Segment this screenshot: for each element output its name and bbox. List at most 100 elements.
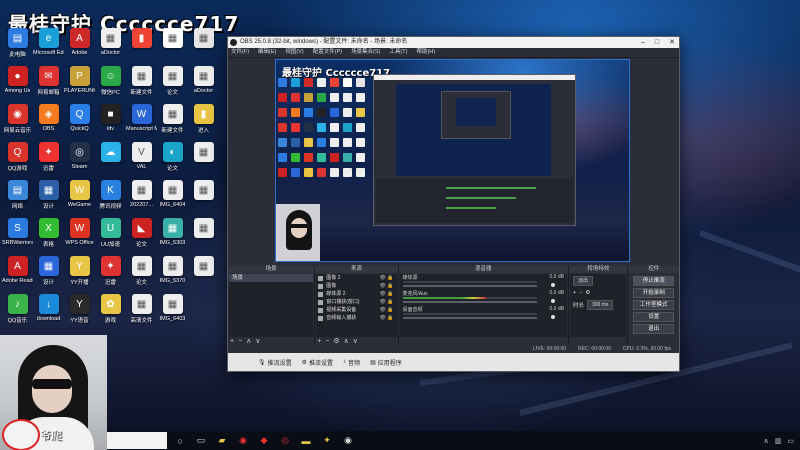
desktop-icon[interactable]: ▦ aDoctor [95, 28, 126, 66]
desktop-icon[interactable]: ↓ download [33, 294, 64, 332]
desktop-icon[interactable]: ▦ 设计 [33, 256, 64, 294]
desktop-icon[interactable]: ▦ 高清文件 [126, 294, 157, 332]
volume-slider[interactable] [402, 285, 537, 287]
file-explorer-icon[interactable]: ▰ [214, 433, 230, 449]
folder-icon[interactable]: ▬ [298, 433, 314, 449]
desktop-icon[interactable]: A Adobe Reader XI [2, 256, 33, 294]
desktop-icon[interactable]: U UU加速 [95, 218, 126, 256]
menu-item[interactable]: 视图(V) [285, 48, 303, 57]
volume-slider[interactable] [402, 317, 537, 319]
desktop-icon[interactable]: ♪ QQ音乐 [2, 294, 33, 332]
menu-item[interactable]: 文件(F) [231, 48, 249, 57]
desktop-icon[interactable]: ▦ aDoctor [188, 66, 219, 104]
source-item[interactable]: 音频输入捕获 👁 🔒 [316, 314, 396, 322]
game-icon[interactable]: ✦ [319, 433, 335, 449]
desktop-icon[interactable]: ▮ 进入 [188, 104, 219, 142]
source-item[interactable]: 窗口捕获(窗口) 👁 🔒 [316, 298, 396, 306]
desktop-icon[interactable]: ▤ 网络 [2, 180, 33, 218]
desktop-icon[interactable]: ▦ 新建文件 [157, 104, 188, 142]
desktop-icon[interactable]: Y YY语音 [64, 294, 95, 332]
desktop-icon[interactable]: ▦ 设计 [33, 180, 64, 218]
desktop-icon[interactable]: ▦ [188, 28, 219, 66]
desktop-icon[interactable]: ◎ Steam [64, 142, 95, 180]
control-button[interactable]: 退出 [633, 324, 675, 334]
obs-taskbar-icon[interactable]: ◉ [340, 433, 356, 449]
desktop-icon[interactable]: ✦ 迅雷 [33, 142, 64, 180]
minimize-icon[interactable]: – [641, 37, 645, 48]
source-item[interactable]: 视频采集设备 👁 🔒 [316, 306, 396, 314]
desktop-icon[interactable]: ◈ OBS [33, 104, 64, 142]
visibility-lock-icon[interactable]: 👁 🔒 [380, 298, 394, 306]
volume-slider[interactable] [402, 301, 537, 303]
obs-preview[interactable]: 最桂守护 Cccccce717 [275, 59, 630, 262]
desktop-icon[interactable]: ◐ 论文 [157, 142, 188, 180]
desktop-icon[interactable]: S SRBWarriors [2, 218, 33, 256]
desktop-icon[interactable]: ● Among Us [2, 66, 33, 104]
visibility-lock-icon[interactable]: 👁 🔒 [380, 274, 394, 282]
desktop-icon[interactable]: ▦ 202207... [126, 180, 157, 218]
desktop-icon[interactable]: ▦ 新建文件 [126, 66, 157, 104]
transition-select[interactable]: 淡出 [572, 276, 593, 286]
desktop-icon[interactable]: P PLAYERUNKNOWN'S BATTLEGR... [64, 66, 95, 104]
obs-titlebar[interactable]: OBS 25.0.8 (32-bit, windows) - 配置文件: 未命名… [228, 37, 679, 48]
desktop-icon[interactable]: W Manuscript Mobile P... [126, 104, 157, 142]
source-item[interactable]: 图像 2 👁 🔒 [316, 274, 396, 282]
menu-item[interactable]: 场景集合(S) [351, 48, 380, 57]
desktop-icon[interactable]: ▦ IMG_6403 [157, 294, 188, 332]
desktop-icon[interactable]: ▦ IMG_5370 [157, 256, 188, 294]
obs-window[interactable]: OBS 25.0.8 (32-bit, windows) - 配置文件: 未命名… [227, 36, 680, 372]
gear-icon[interactable]: ⚙ [585, 290, 590, 296]
bottom-bar-item[interactable]: ⚙ 推流设置 [302, 358, 333, 367]
desktop-icon[interactable]: K 腾讯视频 [95, 180, 126, 218]
netease-music-icon[interactable]: ◎ [277, 433, 293, 449]
desktop-icon[interactable]: ◉ 网易云音乐 [2, 104, 33, 142]
control-button[interactable]: 停止推流 [633, 276, 675, 286]
desktop-icon[interactable]: ▦ 论文 [157, 66, 188, 104]
desktop-icon[interactable]: ■ ldv [95, 104, 126, 142]
desktop-icon[interactable]: ☁ [95, 142, 126, 180]
desktop-icon[interactable]: ▦ [188, 180, 219, 218]
desktop-icon[interactable]: W WPS Office [64, 218, 95, 256]
volume-speaker-icon[interactable] [550, 283, 555, 287]
taskbar-search-box[interactable] [107, 432, 167, 449]
visibility-lock-icon[interactable]: 👁 🔒 [380, 314, 394, 322]
bottom-bar-item[interactable]: 🎙 推流设置 [258, 358, 292, 367]
tray-chevron-icon[interactable]: ∧ [764, 437, 769, 445]
desktop-icon[interactable]: ✿ 游戏 [95, 294, 126, 332]
desktop-icon[interactable]: Q QQ游戏 [2, 142, 33, 180]
desktop-icon[interactable]: ▤ 此电脑 [2, 28, 33, 66]
control-button[interactable]: 工作室模式 [633, 300, 675, 310]
desktop-icon[interactable]: Q QuickQ [64, 104, 95, 142]
desktop-icon[interactable]: Y YY开播 [64, 256, 95, 294]
desktop-icon[interactable]: W WeGame [64, 180, 95, 218]
chrome-icon[interactable]: ◉ [235, 433, 251, 449]
menu-item[interactable]: 编辑(E) [258, 48, 276, 57]
scene-item[interactable]: 场景 [229, 274, 314, 282]
desktop-icon[interactable]: ✦ 迅雷 [95, 256, 126, 294]
plus-icon[interactable]: + [573, 290, 576, 296]
source-item[interactable]: 媒体源 2 👁 🔒 [316, 290, 396, 298]
desktop-icon[interactable]: ☺ 微信PC [95, 66, 126, 104]
notification-icon[interactable]: ▭ [787, 437, 794, 445]
source-item[interactable]: 图像 👁 🔒 [316, 282, 396, 290]
desktop-icon[interactable]: ▦ [188, 218, 219, 256]
desktop-icon[interactable]: ▦ IMG_6404 [157, 180, 188, 218]
desktop-icon[interactable]: e Microsoft Edge [33, 28, 64, 66]
desktop-icon[interactable]: ▦ IMG_5303 [157, 218, 188, 256]
search-icon[interactable]: ○ [172, 433, 188, 449]
menu-item[interactable]: 工具(T) [389, 48, 407, 57]
desktop-icon[interactable]: A Adobe [64, 28, 95, 66]
desktop-icon[interactable]: ▦ [188, 256, 219, 294]
network-icon[interactable]: ▥ [775, 437, 782, 445]
volume-speaker-icon[interactable] [550, 299, 555, 303]
sources-dock-controls[interactable]: +−⚙∧∨ [317, 337, 362, 345]
task-view-icon[interactable]: ▭ [193, 433, 209, 449]
duration-input[interactable]: 300 ms [587, 300, 614, 310]
menu-item[interactable]: 帮助(H) [416, 48, 435, 57]
bottom-bar-item[interactable]: ▤ 应用程序 [370, 358, 402, 367]
desktop-icon[interactable]: ▮ [126, 28, 157, 66]
visibility-lock-icon[interactable]: 👁 🔒 [380, 290, 394, 298]
desktop-icon[interactable]: ▦ [157, 28, 188, 66]
minus-icon[interactable]: − [579, 290, 582, 296]
scenes-dock-controls[interactable]: +−∧∨ [230, 337, 264, 345]
